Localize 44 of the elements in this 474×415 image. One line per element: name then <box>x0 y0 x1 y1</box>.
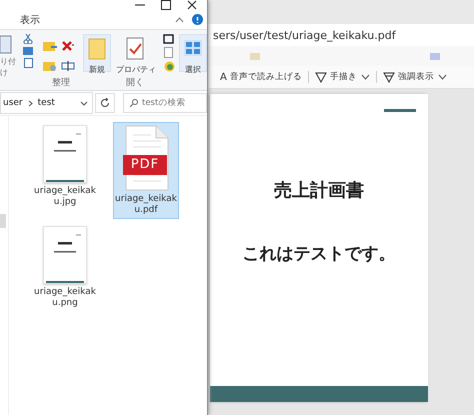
delete-icon[interactable] <box>61 40 75 52</box>
search-icon <box>130 99 138 107</box>
maximize-icon[interactable] <box>161 0 171 10</box>
draw-button[interactable]: 手描き <box>314 71 357 83</box>
search-field[interactable]: testの検索 <box>123 93 207 113</box>
help-icon[interactable] <box>192 14 203 25</box>
group-label: 整理 <box>52 76 70 89</box>
properties-button[interactable]: プロパティ <box>113 34 159 72</box>
highlight-button[interactable]: 強調表示 <box>382 71 434 83</box>
chevron-down-icon[interactable] <box>438 74 447 80</box>
dropdown-icon[interactable] <box>80 100 88 106</box>
page-preview-drawing <box>46 132 84 182</box>
header-rule <box>384 109 416 112</box>
url-text: sers/user/test/uriage_keikaku.pdf <box>213 28 396 42</box>
breadcrumb-item[interactable]: test <box>38 98 55 108</box>
clipboard-icon <box>0 34 12 54</box>
select-button[interactable]: 選択 <box>179 34 207 72</box>
file-item[interactable]: PDF uriage_keikaku.pdf <box>113 122 179 219</box>
scissors-icon[interactable] <box>23 34 33 44</box>
chevron-down-icon[interactable] <box>360 74 370 80</box>
chevron-right-icon <box>28 100 33 106</box>
file-item[interactable]: uriage_keikaku.png <box>23 223 107 312</box>
close-icon[interactable] <box>187 0 197 10</box>
menu-tab[interactable]: 表示 <box>20 12 40 26</box>
file-name: uriage_keikaku.png <box>34 287 96 309</box>
document-text: これはテストです。 <box>242 243 396 265</box>
read-aloud-icon: A <box>220 72 227 82</box>
refresh-icon <box>100 98 110 108</box>
pdf-badge: PDF <box>123 155 167 175</box>
group-label: 開く <box>126 77 144 89</box>
page-preview-drawing <box>46 233 84 283</box>
address-bar[interactable]: user test <box>0 92 94 114</box>
breadcrumb-item[interactable]: user <box>3 98 23 108</box>
new-button[interactable]: 新規 <box>83 34 111 72</box>
file-item[interactable]: uriage_keikaku.jpg <box>23 122 107 219</box>
read-aloud-button[interactable]: A 音声で読み上げる <box>220 71 302 83</box>
address-bar[interactable]: sers/user/test/uriage_keikaku.pdf <box>208 24 474 46</box>
chevron-up-icon[interactable] <box>175 16 184 22</box>
file-name: uriage_keikaku.jpg <box>34 186 96 208</box>
paste-label[interactable]: り付け <box>0 56 19 78</box>
document-title: 売上計画書 <box>274 179 364 202</box>
file-name: uriage_keikaku.pdf <box>115 194 177 216</box>
refresh-button[interactable] <box>95 93 115 113</box>
folder-icon <box>86 37 108 60</box>
